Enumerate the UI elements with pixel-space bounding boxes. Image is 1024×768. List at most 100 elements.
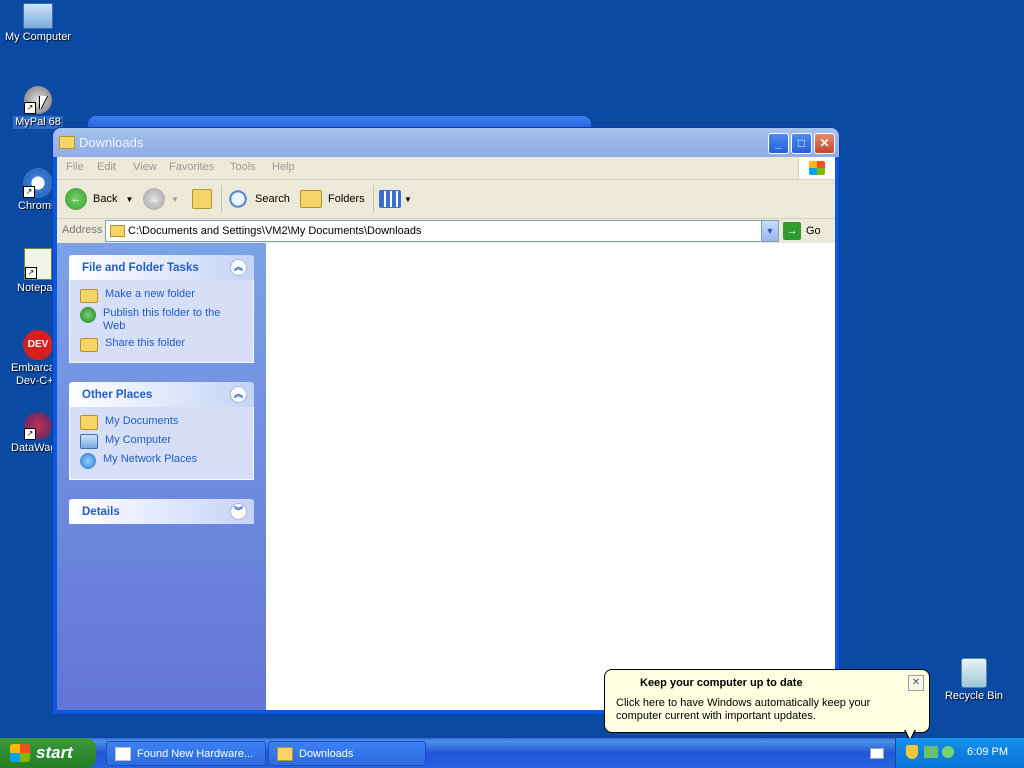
collapse-icon[interactable]: ︽ (230, 259, 247, 276)
up-folder-icon (192, 189, 212, 209)
back-arrow-icon: ← (65, 188, 87, 210)
desktop-icon-label: Chromium (18, 200, 58, 212)
folders-button[interactable]: Folders (300, 187, 365, 211)
taskbar: start Found New Hardware... Downloads 6:… (0, 738, 1024, 768)
notepad-plus-plus-icon: ↗ (24, 248, 52, 280)
task-label: Share this folder (105, 337, 186, 349)
shortcut-arrow-icon: ↗ (24, 428, 36, 440)
chevron-down-icon[interactable]: ▼ (171, 195, 179, 204)
system-tray: 6:09 PM (895, 738, 1024, 768)
folders-icon (300, 190, 322, 208)
search-icon (227, 188, 249, 210)
network-icon[interactable] (924, 746, 938, 758)
task-label: Publish this folder to the Web (103, 307, 221, 332)
place-label: My Network Places (103, 453, 198, 465)
place-label: My Computer (105, 434, 172, 446)
recycle-bin-icon (961, 658, 987, 688)
chevron-down-icon[interactable]: ▼ (125, 195, 133, 204)
update-icon[interactable] (942, 746, 954, 758)
expand-icon[interactable]: ︾ (230, 503, 247, 520)
up-folder-button[interactable] (192, 187, 218, 211)
folder-icon (59, 136, 75, 149)
back-button[interactable]: ← Back ▼ (65, 187, 133, 211)
menu-help[interactable]: Help (272, 161, 295, 173)
address-label: Address (62, 224, 103, 236)
toolbar: ← Back ▼ → ▼ Search Folders ▼ (57, 180, 835, 219)
place-my-documents[interactable]: My Documents (70, 413, 253, 432)
go-button[interactable]: → Go (783, 221, 831, 240)
go-arrow-icon: → (783, 221, 801, 240)
folder-icon (277, 746, 293, 761)
desktop-icon-mypal[interactable]: ↗ MyPal 68 (0, 86, 76, 132)
menu-file[interactable]: File (66, 161, 84, 173)
search-label: Search (255, 193, 290, 205)
views-button[interactable]: ▼ (379, 187, 412, 211)
address-dropdown-button[interactable]: ▼ (761, 221, 778, 241)
desktop-icon-label: Recycle Bin (944, 690, 1004, 702)
menu-bar: File Edit View Favorites Tools Help (57, 157, 835, 180)
computer-icon (80, 434, 98, 449)
window-icon (115, 746, 131, 761)
clock[interactable]: 6:09 PM (967, 746, 1008, 758)
update-balloon[interactable]: Keep your computer up to date ✕ Click he… (604, 669, 930, 733)
shield-icon (617, 676, 633, 692)
mouse-cursor-icon (40, 96, 47, 110)
desktop-icon-label: MyPal 68 (13, 116, 63, 129)
close-icon[interactable]: ✕ (908, 675, 924, 691)
forward-button[interactable]: → ▼ (143, 187, 179, 211)
back-label: Back (93, 193, 118, 205)
place-my-network-places[interactable]: My Network Places (70, 451, 253, 471)
folders-label: Folders (328, 193, 365, 205)
windows-logo-icon (798, 157, 835, 179)
keyboard-icon[interactable] (870, 748, 884, 759)
devcpp-icon: DEV (23, 330, 53, 360)
menu-tools[interactable]: Tools (230, 161, 256, 173)
views-icon (379, 190, 401, 208)
panel-header[interactable]: Details ︾ (69, 499, 254, 524)
computer-icon (23, 3, 53, 29)
folder-icon (110, 225, 125, 237)
menu-edit[interactable]: Edit (97, 161, 116, 173)
desktop-icon-recycle-bin[interactable]: Recycle Bin (936, 658, 1012, 703)
minimize-button[interactable]: _ (768, 133, 789, 154)
address-bar: Address C:\Documents and Settings\VM2\My… (57, 219, 835, 243)
go-label: Go (806, 224, 821, 237)
task-share-folder[interactable]: Share this folder (70, 335, 253, 354)
panel-header[interactable]: File and Folder Tasks ︽ (69, 255, 254, 280)
folder-content-area[interactable] (266, 243, 835, 710)
file-folder-tasks-panel: File and Folder Tasks ︽ Make a new folde… (69, 255, 254, 363)
desktop-icon-label: My Computer (4, 31, 72, 43)
balloon-body: Click here to have Windows automatically… (616, 697, 871, 722)
panel-title: Other Places (82, 389, 153, 401)
address-value: C:\Documents and Settings\VM2\My Documen… (128, 225, 422, 237)
close-button[interactable]: ✕ (814, 133, 835, 154)
task-publish-to-web[interactable]: Publish this folder to the Web (70, 305, 253, 335)
share-folder-icon (80, 338, 98, 352)
windows-flag-icon (10, 744, 30, 762)
toolbar-separator (221, 185, 222, 213)
search-button[interactable]: Search (227, 187, 290, 211)
window-titlebar[interactable]: Downloads _ □ ✕ (53, 128, 839, 157)
menu-view[interactable]: View (133, 161, 157, 173)
task-label: Downloads (299, 747, 354, 760)
chromium-icon: ↗ (23, 168, 53, 198)
place-label: My Documents (105, 415, 179, 427)
new-folder-icon (80, 289, 98, 303)
window-title: Downloads (79, 135, 144, 150)
menu-favorites[interactable]: Favorites (169, 161, 214, 173)
task-label: Make a new folder (105, 288, 195, 300)
taskbar-task-found-new-hardware[interactable]: Found New Hardware... (106, 741, 266, 766)
taskbar-task-downloads[interactable]: Downloads (268, 741, 426, 766)
chevron-down-icon[interactable]: ▼ (404, 195, 412, 204)
panel-header[interactable]: Other Places ︽ (69, 382, 254, 407)
security-alert-icon[interactable] (906, 745, 918, 759)
shortcut-arrow-icon: ↗ (23, 186, 35, 198)
maximize-button[interactable]: □ (791, 133, 812, 154)
task-make-new-folder[interactable]: Make a new folder (70, 286, 253, 305)
desktop-icon-my-computer[interactable]: My Computer (0, 3, 76, 44)
address-input[interactable]: C:\Documents and Settings\VM2\My Documen… (105, 220, 779, 242)
start-button[interactable]: start (0, 738, 96, 768)
place-my-computer[interactable]: My Computer (70, 432, 253, 451)
mypal-icon: ↗ (24, 86, 52, 114)
collapse-icon[interactable]: ︽ (230, 386, 247, 403)
